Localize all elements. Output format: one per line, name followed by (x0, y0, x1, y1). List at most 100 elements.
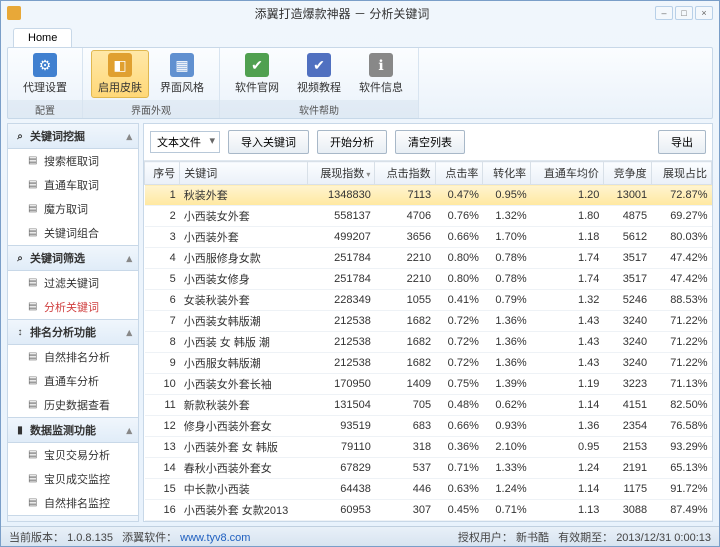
cell: 小西装女韩版潮 (180, 311, 308, 332)
clear-button[interactable]: 清空列表 (395, 130, 465, 154)
ribbon-软件信息[interactable]: ℹ软件信息 (352, 50, 410, 98)
side-item-搜索框取词[interactable]: ▤搜索框取词 (8, 149, 138, 173)
table-row[interactable]: 14春秋小西装外套女678295370.71%1.33%1.24219165.1… (145, 458, 712, 479)
table-row[interactable]: 16小西装外套 女款2013609533070.45%0.71%1.133088… (145, 500, 712, 521)
col-8[interactable]: 展现占比 (651, 162, 711, 185)
filetype-select[interactable]: 文本文件 (150, 131, 220, 153)
cell: 6 (145, 290, 180, 311)
minimize-button[interactable]: – (655, 6, 673, 20)
col-4[interactable]: 点击率 (435, 162, 483, 185)
table-row[interactable]: 2小西装女外套55813747060.76%1.32%1.80487569.27… (145, 206, 712, 227)
table-row[interactable]: 10小西装女外套长袖17095014090.75%1.39%1.19322371… (145, 374, 712, 395)
table-row[interactable]: 11新款秋装外套1315047050.48%0.62%1.14415182.50… (145, 395, 712, 416)
cell: 91.72% (651, 479, 711, 500)
side-item-魔方取词[interactable]: ▤魔方取词 (8, 197, 138, 221)
table-row[interactable]: 6女装秋装外套22834910550.41%0.79%1.32524688.53… (145, 290, 712, 311)
cell: 76.58% (651, 416, 711, 437)
cell: 2191 (603, 458, 651, 479)
cell: 1.70% (483, 227, 531, 248)
cell: 0.72% (435, 332, 483, 353)
panel-icon: ▮ (14, 424, 26, 436)
ribbon-视频教程[interactable]: ✔视频教程 (290, 50, 348, 98)
item-icon: ▤ (28, 179, 40, 191)
close-button[interactable]: × (695, 6, 713, 20)
cell: 14 (145, 458, 180, 479)
cell: 87.49% (651, 500, 711, 521)
cell: 170950 (308, 374, 375, 395)
side-item-直通车取词[interactable]: ▤直通车取词 (8, 173, 138, 197)
side-head-排名分析功能[interactable]: ↕排名分析功能▴ (8, 319, 138, 345)
side-head-关键词挖掘[interactable]: ⌕关键词挖掘▴ (8, 124, 138, 149)
maximize-button[interactable]: □ (675, 6, 693, 20)
cell: 3223 (603, 374, 651, 395)
tab-home[interactable]: Home (13, 28, 72, 47)
ribbon-group-caption: 界面外观 (83, 100, 219, 119)
side-item-直通车分析[interactable]: ▤直通车分析 (8, 369, 138, 393)
cell: 2210 (375, 248, 435, 269)
cell: 0.45% (435, 500, 483, 521)
version-value: 1.0.8.135 (67, 532, 113, 544)
side-head-数据监测功能[interactable]: ▮数据监测功能▴ (8, 417, 138, 443)
cell: 3 (145, 227, 180, 248)
ribbon-软件官网[interactable]: ✔软件官网 (228, 50, 286, 98)
side-item-宝贝成交监控[interactable]: ▤宝贝成交监控 (8, 467, 138, 491)
cell: 47.42% (651, 269, 711, 290)
ribbon-label: 界面风格 (160, 79, 204, 95)
side-item-自然排名分析[interactable]: ▤自然排名分析 (8, 345, 138, 369)
side-item-关键词组合[interactable]: ▤关键词组合 (8, 221, 138, 245)
vendor-link[interactable]: www.tyv8.com (180, 532, 250, 544)
side-head-直通车优化[interactable]: ⇉直通车优化▴ (8, 515, 138, 522)
cell: 1 (145, 185, 180, 206)
col-5[interactable]: 转化率 (483, 162, 531, 185)
table-row[interactable]: 17小西装韩版修身女568684390.70%1.32%1.36212157.7… (145, 521, 712, 522)
table-row[interactable]: 5小西装女修身25178422100.80%0.78%1.74351747.42… (145, 269, 712, 290)
side-item-宝贝交易分析[interactable]: ▤宝贝交易分析 (8, 443, 138, 467)
start-button[interactable]: 开始分析 (317, 130, 387, 154)
side-item-分析关键词[interactable]: ▤分析关键词 (8, 295, 138, 319)
table-row[interactable]: 9小西服女韩版潮21253816820.72%1.36%1.43324071.2… (145, 353, 712, 374)
cell: 93519 (308, 416, 375, 437)
cell: 1682 (375, 311, 435, 332)
side-item-自然排名监控[interactable]: ▤自然排名监控 (8, 491, 138, 515)
ribbon-代理设置[interactable]: ⚙代理设置 (16, 50, 74, 98)
table-row[interactable]: 1秋装外套134883071130.47%0.95%1.201300172.87… (145, 185, 712, 206)
cell: 1055 (375, 290, 435, 311)
cell: 13 (145, 437, 180, 458)
item-icon: ▤ (28, 301, 40, 313)
table-row[interactable]: 4小西服修身女款25178422100.80%0.78%1.74351747.4… (145, 248, 712, 269)
col-2[interactable]: 展现指数▾ (308, 162, 375, 185)
table-row[interactable]: 7小西装女韩版潮21253816820.72%1.36%1.43324071.2… (145, 311, 712, 332)
table-row[interactable]: 13小西装外套 女 韩版791103180.36%2.10%0.95215393… (145, 437, 712, 458)
cell: 47.42% (651, 248, 711, 269)
col-3[interactable]: 点击指数 (375, 162, 435, 185)
col-7[interactable]: 竞争度 (603, 162, 651, 185)
cell: 1.36% (483, 332, 531, 353)
user-value: 新书酷 (516, 532, 549, 544)
cell: 1.74 (531, 269, 604, 290)
data-grid[interactable]: 序号关键词展现指数▾点击指数点击率转化率直通车均价竞争度展现占比1秋装外套134… (144, 161, 712, 521)
cell: 2121 (603, 521, 651, 522)
import-button[interactable]: 导入关键词 (228, 130, 309, 154)
col-1[interactable]: 关键词 (180, 162, 308, 185)
table-row[interactable]: 12修身小西装外套女935196830.66%0.93%1.36235476.5… (145, 416, 712, 437)
side-item-历史数据查看[interactable]: ▤历史数据查看 (8, 393, 138, 417)
side-head-关键词筛选[interactable]: ⌕关键词筛选▴ (8, 245, 138, 271)
cell: 10 (145, 374, 180, 395)
cell: 0.72% (435, 353, 483, 374)
ribbon-启用皮肤[interactable]: ◧启用皮肤 (91, 50, 149, 98)
col-0[interactable]: 序号 (145, 162, 180, 185)
table-row[interactable]: 15中长款小西装644384460.63%1.24%1.14117591.72% (145, 479, 712, 500)
table-row[interactable]: 8小西装 女 韩版 潮21253816820.72%1.36%1.4332407… (145, 332, 712, 353)
panel-icon: ⌕ (14, 130, 26, 142)
cell: 60953 (308, 500, 375, 521)
toolbar: 文本文件 导入关键词 开始分析 清空列表 导出 (144, 124, 712, 161)
table-row[interactable]: 3小西装外套49920736560.66%1.70%1.18561280.03% (145, 227, 712, 248)
cell: 1.33% (483, 458, 531, 479)
side-item-过滤关键词[interactable]: ▤过滤关键词 (8, 271, 138, 295)
cell: 9 (145, 353, 180, 374)
ribbon-tabbar: Home (1, 25, 719, 47)
ribbon-界面风格[interactable]: ▦界面风格 (153, 50, 211, 98)
export-button[interactable]: 导出 (658, 130, 706, 154)
col-6[interactable]: 直通车均价 (531, 162, 604, 185)
ribbon-label: 代理设置 (23, 79, 67, 95)
